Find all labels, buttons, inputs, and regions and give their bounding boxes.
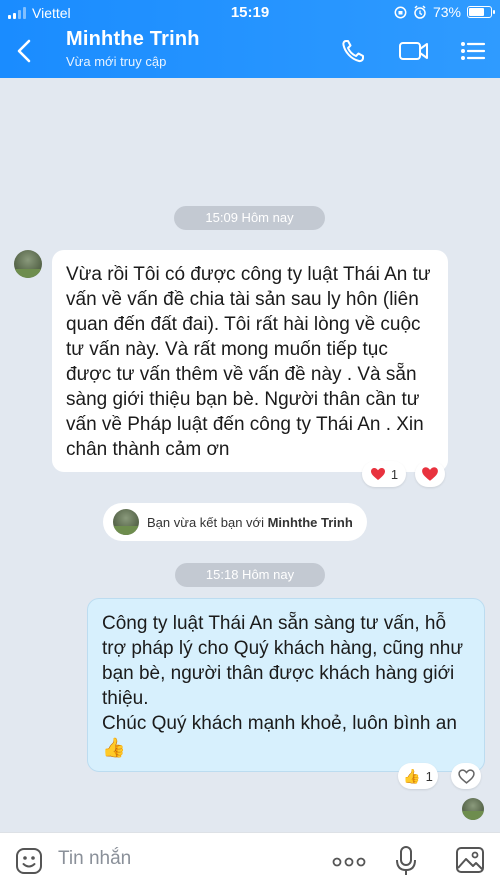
reaction-count[interactable]: 👍 1 bbox=[398, 763, 438, 789]
friend-added-notice: Bạn vừa kết bạn với Minhthe Trinh bbox=[103, 503, 367, 541]
outgoing-message[interactable]: Công ty luật Thái An sẵn sàng tư vấn, hỗ… bbox=[87, 598, 485, 772]
chat-header: Viettel 15:19 73% Minhthe Trinh Vừa mới … bbox=[0, 0, 500, 78]
sticker-icon[interactable] bbox=[15, 847, 43, 875]
heart-icon bbox=[422, 467, 438, 481]
seen-avatar bbox=[462, 798, 484, 820]
incoming-message[interactable]: Vừa rồi Tôi có được công ty luật Thái An… bbox=[52, 250, 448, 472]
menu-list-icon[interactable] bbox=[459, 38, 487, 64]
react-button[interactable] bbox=[451, 763, 481, 789]
image-icon[interactable] bbox=[455, 846, 485, 874]
heart-outline-icon bbox=[457, 768, 475, 784]
timestamp-pill: 15:09 Hôm nay bbox=[174, 206, 325, 230]
battery-icon bbox=[467, 6, 495, 18]
battery-percent: 73% bbox=[432, 4, 461, 20]
avatar[interactable] bbox=[14, 250, 42, 278]
reaction-count-value: 1 bbox=[425, 768, 433, 784]
back-chevron-icon[interactable] bbox=[14, 38, 36, 64]
incoming-message-text: Vừa rồi Tôi có được công ty luật Thái An… bbox=[66, 264, 431, 460]
notice-text: Bạn vừa kết bạn với Minhthe Trinh bbox=[147, 515, 353, 530]
notice-name: Minhthe Trinh bbox=[267, 514, 353, 530]
status-right: 73% bbox=[394, 4, 495, 20]
message-composer: Tin nhắn bbox=[0, 832, 500, 888]
reaction-count[interactable]: 1 bbox=[362, 461, 406, 487]
message-input[interactable]: Tin nhắn bbox=[58, 848, 131, 870]
notice-prefix: Bạn vừa kết bạn với bbox=[147, 514, 264, 530]
thumbs-up-emoji: 👍 bbox=[102, 738, 126, 759]
outgoing-message-text-2: Chúc Quý khách mạnh khoẻ, luôn bình an 👍 bbox=[102, 711, 470, 761]
thumbs-up-icon: 👍 bbox=[403, 767, 421, 784]
contact-info[interactable]: Minhthe Trinh Vừa mới truy cập bbox=[66, 28, 200, 69]
orientation-lock-icon bbox=[394, 6, 407, 18]
timestamp-pill: 15:18 Hôm nay bbox=[175, 563, 325, 587]
video-call-icon[interactable] bbox=[398, 38, 430, 64]
contact-status: Vừa mới truy cập bbox=[66, 54, 167, 69]
outgoing-message-closing: Chúc Quý khách mạnh khoẻ, luôn bình an bbox=[102, 713, 457, 734]
heart-icon bbox=[370, 468, 385, 480]
phone-icon[interactable] bbox=[340, 38, 368, 64]
react-button[interactable] bbox=[415, 461, 445, 487]
reaction-count-value: 1 bbox=[390, 466, 399, 482]
alarm-icon bbox=[414, 5, 426, 19]
more-icon[interactable] bbox=[332, 857, 366, 867]
status-bar: Viettel 15:19 73% bbox=[0, 0, 500, 26]
microphone-icon[interactable] bbox=[395, 845, 417, 877]
outgoing-message-text: Công ty luật Thái An sẵn sàng tư vấn, hỗ… bbox=[102, 613, 464, 709]
contact-name: Minhthe Trinh bbox=[66, 28, 200, 50]
avatar bbox=[113, 509, 139, 535]
